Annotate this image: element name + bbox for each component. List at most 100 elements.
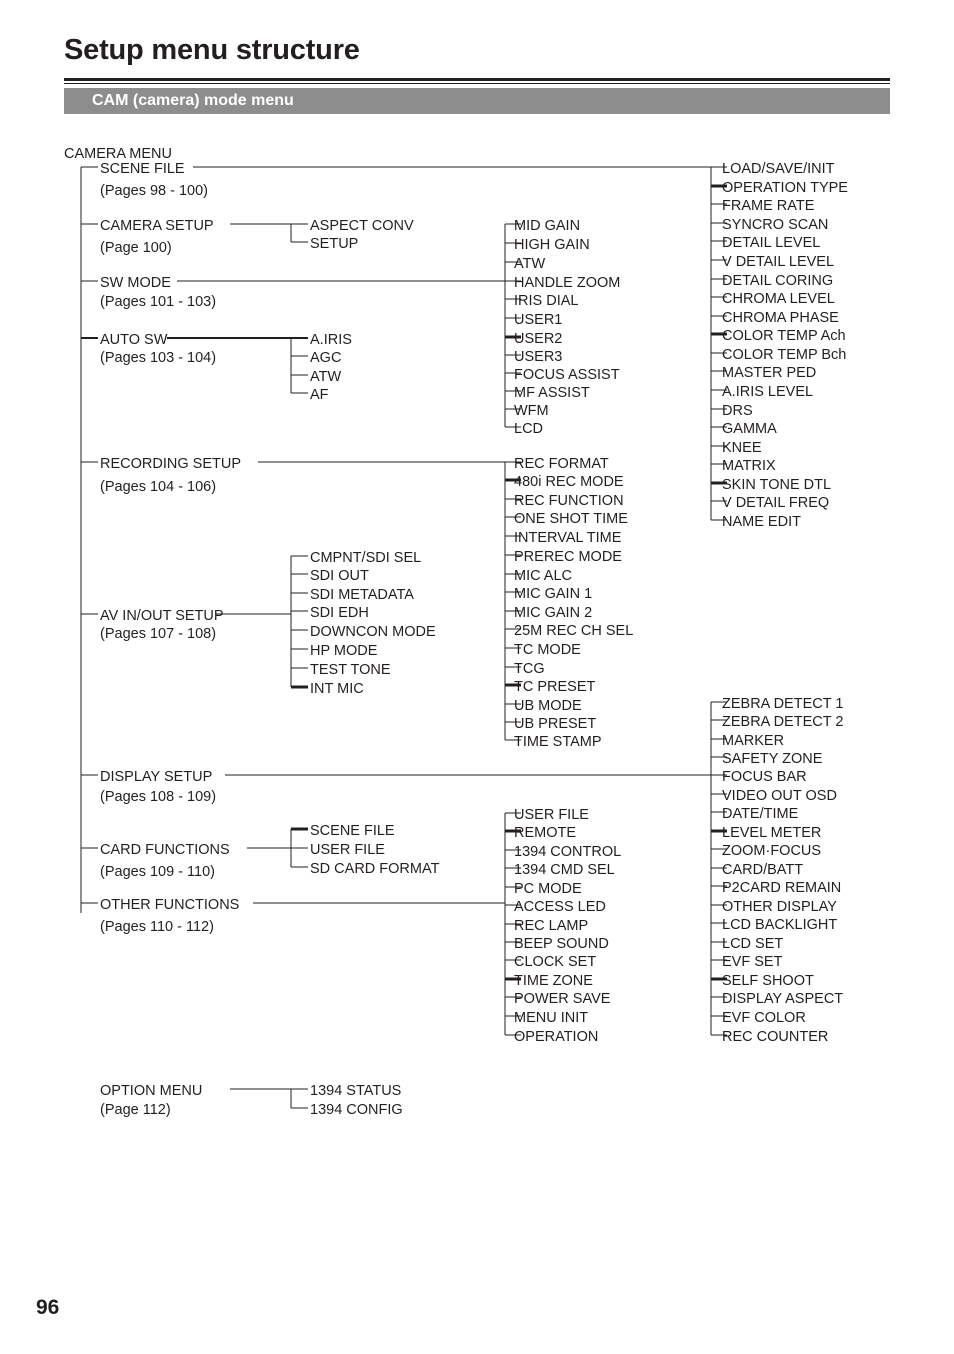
submenu-item-knee[interactable]: KNEE bbox=[722, 439, 762, 458]
submenu-item-a-iris[interactable]: A.IRIS bbox=[310, 331, 352, 350]
submenu-item-access-led[interactable]: ACCESS LED bbox=[514, 898, 606, 917]
submenu-item-ub-mode[interactable]: UB MODE bbox=[514, 697, 582, 716]
submenu-item-self-shoot[interactable]: SELF SHOOT bbox=[722, 972, 814, 991]
submenu-item-power-save[interactable]: POWER SAVE bbox=[514, 990, 610, 1009]
menu-item-av-in-out-setup[interactable]: AV IN/OUT SETUP bbox=[100, 607, 224, 626]
submenu-item-color-temp-ach[interactable]: COLOR TEMP Ach bbox=[722, 327, 846, 346]
submenu-item-lcd-set[interactable]: LCD SET bbox=[722, 935, 783, 954]
submenu-item-1394-config[interactable]: 1394 CONFIG bbox=[310, 1101, 403, 1120]
submenu-item-mic-gain-2[interactable]: MIC GAIN 2 bbox=[514, 604, 592, 623]
submenu-item-operation[interactable]: OPERATION bbox=[514, 1028, 598, 1047]
submenu-item-one-shot-time[interactable]: ONE SHOT TIME bbox=[514, 510, 628, 529]
menu-item-display-setup[interactable]: DISPLAY SETUP bbox=[100, 768, 212, 787]
submenu-item-480i-rec-mode[interactable]: 480i REC MODE bbox=[514, 473, 624, 492]
submenu-item-skin-tone-dtl[interactable]: SKIN TONE DTL bbox=[722, 476, 831, 495]
submenu-item-chroma-level[interactable]: CHROMA LEVEL bbox=[722, 290, 835, 309]
submenu-item-lcd-backlight[interactable]: LCD BACKLIGHT bbox=[722, 916, 837, 935]
menu-item-camera-setup[interactable]: CAMERA SETUP bbox=[100, 217, 214, 236]
menu-item-card-functions[interactable]: CARD FUNCTIONS bbox=[100, 841, 230, 860]
menu-item-option-menu[interactable]: OPTION MENU bbox=[100, 1082, 202, 1101]
submenu-item-setup[interactable]: SETUP bbox=[310, 235, 358, 254]
submenu-item-time-zone[interactable]: TIME ZONE bbox=[514, 972, 593, 991]
submenu-item-1394-status[interactable]: 1394 STATUS bbox=[310, 1082, 401, 1101]
submenu-item-aspect-conv[interactable]: ASPECT CONV bbox=[310, 217, 414, 236]
submenu-item-a-iris-level[interactable]: A.IRIS LEVEL bbox=[722, 383, 813, 402]
submenu-item-zoom-focus[interactable]: ZOOM·FOCUS bbox=[722, 842, 821, 861]
submenu-item-evf-color[interactable]: EVF COLOR bbox=[722, 1009, 806, 1028]
submenu-item-focus-assist[interactable]: FOCUS ASSIST bbox=[514, 366, 620, 385]
submenu-item-zebra-detect-2[interactable]: ZEBRA DETECT 2 bbox=[722, 713, 843, 732]
submenu-item-mf-assist[interactable]: MF ASSIST bbox=[514, 384, 590, 403]
submenu-item-beep-sound[interactable]: BEEP SOUND bbox=[514, 935, 609, 954]
menu-item-sw-mode[interactable]: SW MODE bbox=[100, 274, 171, 293]
submenu-item-rec-function[interactable]: REC FUNCTION bbox=[514, 492, 624, 511]
submenu-item-safety-zone[interactable]: SAFETY ZONE bbox=[722, 750, 822, 769]
submenu-item-handle-zoom[interactable]: HANDLE ZOOM bbox=[514, 274, 620, 293]
submenu-item-lcd[interactable]: LCD bbox=[514, 420, 543, 439]
submenu-item-detail-level[interactable]: DETAIL LEVEL bbox=[722, 234, 820, 253]
submenu-item-other-display[interactable]: OTHER DISPLAY bbox=[722, 898, 837, 917]
submenu-item-mid-gain[interactable]: MID GAIN bbox=[514, 217, 580, 236]
submenu-item-load-save-init[interactable]: LOAD/SAVE/INIT bbox=[722, 160, 835, 179]
submenu-item-display-aspect[interactable]: DISPLAY ASPECT bbox=[722, 990, 843, 1009]
menu-item-recording-setup[interactable]: RECORDING SETUP bbox=[100, 455, 241, 474]
submenu-item-syncro-scan[interactable]: SYNCRO SCAN bbox=[722, 216, 828, 235]
submenu-item-test-tone[interactable]: TEST TONE bbox=[310, 661, 391, 680]
submenu-item-1394-cmd-sel[interactable]: 1394 CMD SEL bbox=[514, 861, 615, 880]
submenu-item-other-user-file[interactable]: USER FILE bbox=[514, 806, 589, 825]
menu-item-auto-sw[interactable]: AUTO SW bbox=[100, 331, 167, 350]
submenu-item-rec-format[interactable]: REC FORMAT bbox=[514, 455, 609, 474]
submenu-item-marker[interactable]: MARKER bbox=[722, 732, 784, 751]
submenu-item-color-temp-bch[interactable]: COLOR TEMP Bch bbox=[722, 346, 846, 365]
submenu-item-agc[interactable]: AGC bbox=[310, 349, 341, 368]
submenu-item-zebra-detect-1[interactable]: ZEBRA DETECT 1 bbox=[722, 695, 843, 714]
submenu-item-date-time[interactable]: DATE/TIME bbox=[722, 805, 798, 824]
submenu-item-rec-counter[interactable]: REC COUNTER bbox=[722, 1028, 828, 1047]
submenu-item-tc-preset[interactable]: TC PRESET bbox=[514, 678, 595, 697]
submenu-item-p2card-remain[interactable]: P2CARD REMAIN bbox=[722, 879, 841, 898]
submenu-item-time-stamp[interactable]: TIME STAMP bbox=[514, 733, 602, 752]
submenu-item-high-gain[interactable]: HIGH GAIN bbox=[514, 236, 590, 255]
submenu-item-remote[interactable]: REMOTE bbox=[514, 824, 576, 843]
submenu-item-downcon-mode[interactable]: DOWNCON MODE bbox=[310, 623, 436, 642]
submenu-item-focus-bar[interactable]: FOCUS BAR bbox=[722, 768, 807, 787]
submenu-item-card-scene-file[interactable]: SCENE FILE bbox=[310, 822, 395, 841]
submenu-item-user1[interactable]: USER1 bbox=[514, 311, 562, 330]
submenu-item-gamma[interactable]: GAMMA bbox=[722, 420, 777, 439]
submenu-item-user3[interactable]: USER3 bbox=[514, 348, 562, 367]
submenu-item-tcg[interactable]: TCG bbox=[514, 660, 545, 679]
submenu-item-evf-set[interactable]: EVF SET bbox=[722, 953, 782, 972]
submenu-item-detail-coring[interactable]: DETAIL CORING bbox=[722, 272, 833, 291]
submenu-item-atw[interactable]: ATW bbox=[310, 368, 341, 387]
submenu-item-wfm[interactable]: WFM bbox=[514, 402, 549, 421]
submenu-item-menu-init[interactable]: MENU INIT bbox=[514, 1009, 588, 1028]
submenu-item-user2[interactable]: USER2 bbox=[514, 330, 562, 349]
submenu-item-name-edit[interactable]: NAME EDIT bbox=[722, 513, 801, 532]
submenu-item-v-detail-level[interactable]: V DETAIL LEVEL bbox=[722, 253, 834, 272]
submenu-item-25m-rec-ch-sel[interactable]: 25M REC CH SEL bbox=[514, 622, 633, 641]
submenu-item-af[interactable]: AF bbox=[310, 386, 329, 405]
submenu-item-drs[interactable]: DRS bbox=[722, 402, 753, 421]
submenu-item-sw-atw[interactable]: ATW bbox=[514, 255, 545, 274]
submenu-item-sdi-out[interactable]: SDI OUT bbox=[310, 567, 369, 586]
submenu-item-card-user-file[interactable]: USER FILE bbox=[310, 841, 385, 860]
submenu-item-1394-control[interactable]: 1394 CONTROL bbox=[514, 843, 621, 862]
submenu-item-mic-gain-1[interactable]: MIC GAIN 1 bbox=[514, 585, 592, 604]
submenu-item-cmpnt-sdi-sel[interactable]: CMPNT/SDI SEL bbox=[310, 549, 421, 568]
submenu-item-matrix[interactable]: MATRIX bbox=[722, 457, 776, 476]
submenu-item-card-batt[interactable]: CARD/BATT bbox=[722, 861, 803, 880]
submenu-item-prerec-mode[interactable]: PREREC MODE bbox=[514, 548, 622, 567]
submenu-item-operation-type[interactable]: OPERATION TYPE bbox=[722, 179, 848, 198]
submenu-item-master-ped[interactable]: MASTER PED bbox=[722, 364, 816, 383]
submenu-item-frame-rate[interactable]: FRAME RATE bbox=[722, 197, 814, 216]
submenu-item-mic-alc[interactable]: MIC ALC bbox=[514, 567, 572, 586]
submenu-item-pc-mode[interactable]: PC MODE bbox=[514, 880, 582, 899]
submenu-item-iris-dial[interactable]: IRIS DIAL bbox=[514, 292, 578, 311]
submenu-item-tc-mode[interactable]: TC MODE bbox=[514, 641, 581, 660]
submenu-item-interval-time[interactable]: INTERVAL TIME bbox=[514, 529, 621, 548]
submenu-item-level-meter[interactable]: LEVEL METER bbox=[722, 824, 821, 843]
submenu-item-video-out-osd[interactable]: VIDEO OUT OSD bbox=[722, 787, 837, 806]
menu-item-other-functions[interactable]: OTHER FUNCTIONS bbox=[100, 896, 239, 915]
submenu-item-int-mic[interactable]: INT MIC bbox=[310, 680, 364, 699]
submenu-item-clock-set[interactable]: CLOCK SET bbox=[514, 953, 596, 972]
